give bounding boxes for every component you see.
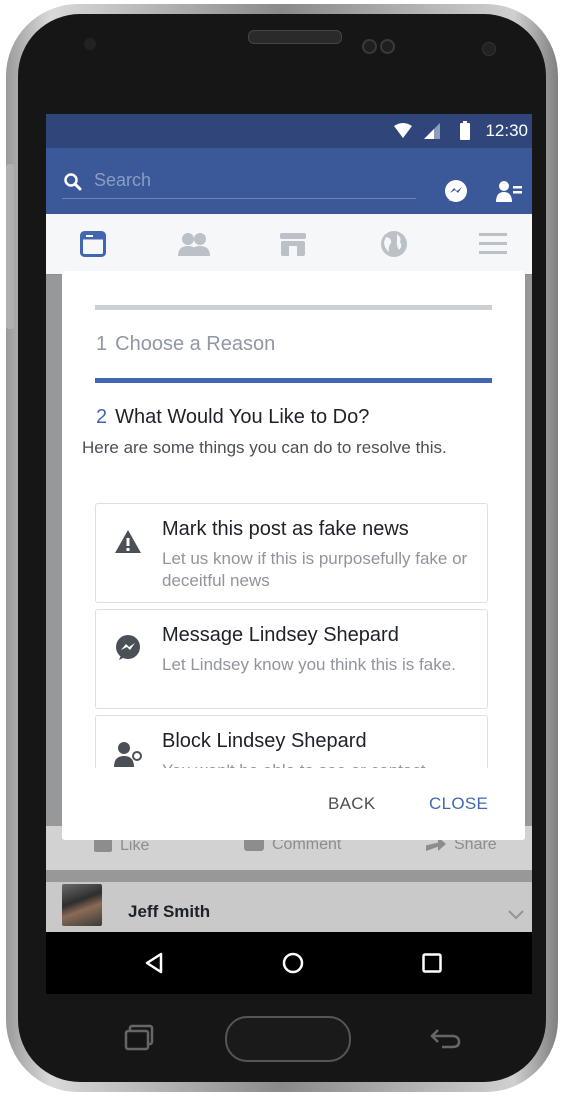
close-button[interactable]: CLOSE bbox=[429, 794, 488, 814]
option-subtitle: You won't be able to see or contact bbox=[162, 760, 472, 768]
tab-notifications-globe[interactable] bbox=[380, 230, 408, 258]
hardware-recents-icon[interactable] bbox=[124, 1024, 158, 1052]
camera-lens bbox=[482, 42, 496, 56]
option-message-lindsey[interactable]: Message Lindsey Shepard Let Lindsey know… bbox=[95, 609, 488, 709]
tab-news-feed[interactable] bbox=[80, 231, 106, 257]
option-title: Mark this post as fake news bbox=[162, 518, 409, 540]
earpiece-speaker bbox=[248, 30, 342, 44]
step2-number: 2 bbox=[96, 406, 108, 428]
option-mark-fake-news[interactable]: Mark this post as fake news Let us know … bbox=[95, 503, 488, 603]
home-nav-icon[interactable] bbox=[282, 952, 304, 974]
step1-heading[interactable]: 1 Choose a Reason bbox=[96, 333, 275, 356]
tab-menu[interactable] bbox=[479, 233, 507, 255]
side-button bbox=[6, 164, 14, 329]
option-subtitle: Let Lindsey know you think this is fake. bbox=[162, 655, 456, 674]
chevron-down-icon[interactable] bbox=[508, 910, 524, 920]
option-title: Message Lindsey Shepard bbox=[162, 624, 399, 646]
report-dialog: 1 Choose a Reason 2 What Would You Like to… bbox=[62, 271, 525, 840]
top-bar: Search bbox=[46, 148, 532, 214]
search-icon bbox=[64, 173, 82, 191]
option-title: Block Lindsey Shepard bbox=[162, 730, 367, 752]
option-subtitle: Let us know if this is purposefully fake… bbox=[162, 549, 468, 590]
status-bar: 12:30 bbox=[46, 114, 532, 148]
battery-icon bbox=[460, 121, 470, 140]
option-block-lindsey[interactable]: Block Lindsey Shepard You won't be able … bbox=[95, 715, 488, 768]
step2-heading: 2 What Would You Like to Do? bbox=[96, 406, 369, 429]
front-camera-dot bbox=[380, 39, 395, 54]
step2-intro: Here are some things you can do to resol… bbox=[82, 438, 447, 457]
search-field[interactable]: Search bbox=[62, 168, 416, 199]
tab-bar bbox=[46, 214, 532, 275]
friend-requests-icon[interactable] bbox=[496, 180, 522, 202]
warning-icon bbox=[115, 530, 141, 553]
block-user-icon bbox=[114, 742, 142, 767]
messenger-icon[interactable] bbox=[444, 180, 468, 204]
feed-post-header: Jeff Smith bbox=[46, 882, 532, 934]
proximity-sensor bbox=[84, 38, 96, 50]
back-button[interactable]: BACK bbox=[328, 794, 376, 814]
android-nav-bar bbox=[46, 932, 532, 994]
step1-label: Choose a Reason bbox=[115, 333, 276, 355]
post-author-name[interactable]: Jeff Smith bbox=[128, 902, 210, 922]
hardware-back-icon[interactable] bbox=[428, 1026, 462, 1050]
step2-progress-bar bbox=[95, 378, 492, 383]
recents-nav-icon[interactable] bbox=[422, 953, 442, 973]
options-list: Mark this post as fake news Let us know … bbox=[95, 503, 488, 768]
search-placeholder: Search bbox=[94, 170, 152, 190]
step1-progress-bar bbox=[95, 305, 492, 310]
tab-marketplace[interactable] bbox=[278, 231, 308, 257]
wifi-icon bbox=[394, 123, 412, 138]
status-time: 12:30 bbox=[485, 121, 528, 140]
step1-number: 1 bbox=[96, 333, 108, 355]
signal-icon bbox=[424, 123, 440, 139]
back-nav-icon[interactable] bbox=[144, 952, 164, 974]
step2-label: What Would You Like to Do? bbox=[115, 406, 370, 428]
hardware-home-button[interactable] bbox=[225, 1016, 351, 1062]
front-camera-dot bbox=[362, 39, 377, 54]
avatar[interactable] bbox=[62, 884, 102, 926]
messenger-icon bbox=[116, 635, 140, 660]
tab-friends[interactable] bbox=[178, 232, 210, 256]
